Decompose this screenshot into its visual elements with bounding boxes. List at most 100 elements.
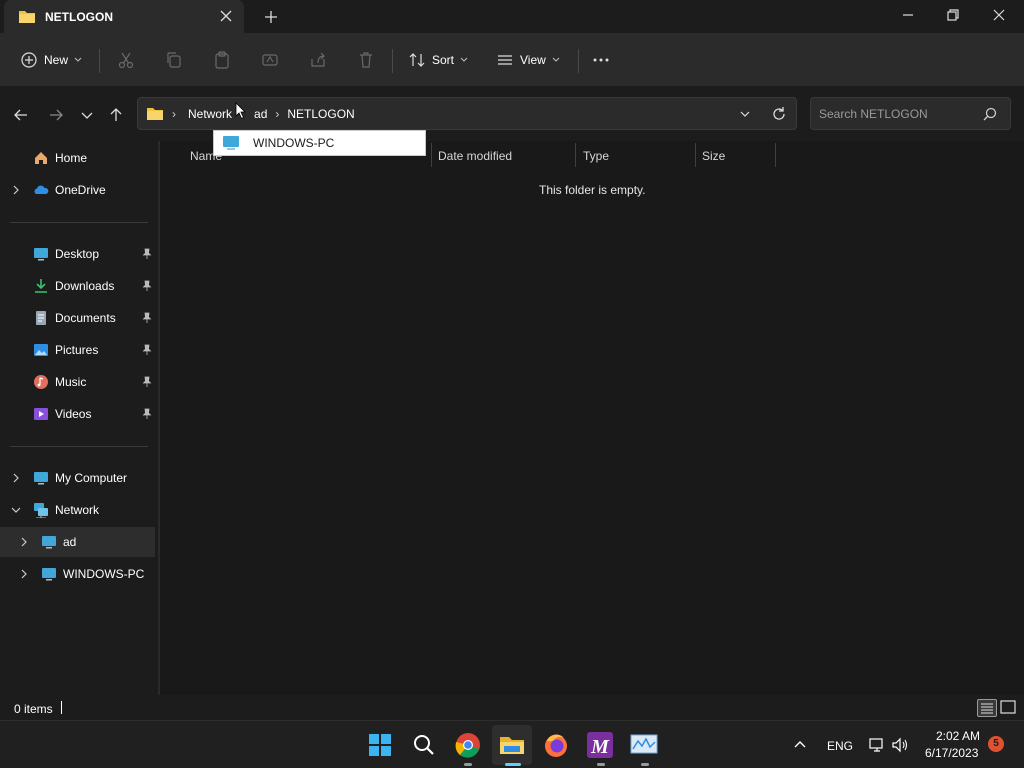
column-separator[interactable] (575, 143, 576, 167)
search-input[interactable] (819, 105, 979, 123)
chevron-right-icon[interactable] (10, 472, 22, 484)
more-icon[interactable] (591, 50, 611, 70)
videos-icon (34, 408, 48, 420)
details-view-button[interactable] (977, 699, 997, 717)
sidebar-item-documents[interactable]: Documents (0, 303, 155, 333)
view-button[interactable]: View (496, 47, 560, 73)
chevron-down-icon[interactable] (10, 504, 22, 516)
close-window-icon[interactable] (990, 6, 1008, 24)
pin-icon[interactable] (141, 344, 153, 356)
sidebar-item-pictures[interactable]: Pictures (0, 335, 155, 365)
restore-icon[interactable] (944, 6, 962, 24)
suggestion-label: WINDOWS-PC (253, 136, 335, 150)
breadcrumb-chevron-icon[interactable]: › (275, 107, 279, 121)
volume-icon[interactable] (891, 736, 909, 754)
refresh-icon[interactable] (770, 105, 788, 123)
recent-locations-icon[interactable] (77, 105, 97, 125)
sidebar-item-label: Desktop (55, 247, 100, 261)
notification-badge[interactable]: 5 (988, 736, 1004, 752)
tab-title: NETLOGON (45, 9, 113, 24)
sidebar-item-music[interactable]: Music (0, 367, 155, 397)
network-monitor-icon[interactable] (628, 729, 660, 761)
search-box[interactable] (810, 97, 1011, 130)
empty-folder-message: This folder is empty. (539, 183, 646, 197)
sort-icon (409, 53, 425, 67)
pin-icon[interactable] (141, 312, 153, 324)
sidebar-item-network[interactable]: Network (0, 495, 155, 525)
divider (10, 446, 148, 447)
details-view-icon (981, 703, 993, 714)
tiles-view-button[interactable] (999, 699, 1019, 717)
rename-icon[interactable] (260, 50, 280, 70)
active-indicator (505, 763, 521, 766)
column-separator[interactable] (775, 143, 776, 167)
sidebar-item-onedrive[interactable]: OneDrive (0, 175, 155, 205)
sort-button[interactable]: Sort (408, 47, 468, 73)
m-app-icon[interactable]: M (584, 729, 616, 761)
address-suggestion-popup[interactable]: WINDOWS-PC (213, 130, 426, 156)
copy-icon[interactable] (164, 50, 184, 70)
separator (99, 49, 100, 73)
column-header-type[interactable]: Type (583, 149, 609, 163)
command-bar: New Sort View (0, 33, 1024, 87)
network-status-icon[interactable] (868, 736, 886, 754)
minimize-icon[interactable] (899, 6, 917, 24)
computer-icon (223, 136, 239, 150)
breadcrumb-ad[interactable]: ad (254, 107, 267, 121)
language-indicator[interactable]: ENG (827, 739, 853, 753)
clock-time[interactable]: 2:02 AM (936, 729, 980, 743)
pin-icon[interactable] (141, 248, 153, 260)
file-explorer-icon[interactable] (496, 729, 528, 761)
share-icon[interactable] (308, 50, 328, 70)
pin-icon[interactable] (141, 376, 153, 388)
running-indicator (641, 763, 649, 766)
chevron-right-icon[interactable] (18, 568, 30, 580)
separator (578, 49, 579, 73)
downloads-icon (35, 279, 47, 293)
search-icon[interactable] (408, 729, 440, 761)
mouse-pointer-icon (235, 102, 246, 120)
cut-icon[interactable] (116, 50, 136, 70)
network-icon (34, 503, 48, 518)
column-header-date-modified[interactable]: Date modified (438, 149, 512, 163)
sidebar-item-videos[interactable]: Videos (0, 399, 155, 429)
breadcrumb-network[interactable]: Network (188, 107, 232, 121)
chevron-right-icon[interactable] (10, 184, 22, 196)
plus-icon[interactable] (262, 8, 280, 26)
pin-icon[interactable] (141, 408, 153, 420)
column-separator[interactable] (431, 143, 432, 167)
delete-icon[interactable] (356, 50, 376, 70)
documents-icon (36, 311, 46, 325)
close-tab-icon[interactable] (218, 8, 234, 24)
clock-date[interactable]: 6/17/2023 (925, 746, 978, 760)
up-arrow-icon[interactable] (106, 105, 126, 125)
sort-label: Sort (432, 53, 455, 67)
breadcrumb-netlogon[interactable]: NETLOGON (287, 107, 354, 121)
start-icon[interactable] (364, 729, 396, 761)
sidebar-item-label: Music (55, 375, 87, 389)
chevron-right-icon[interactable] (18, 536, 30, 548)
status-separator (61, 701, 62, 714)
taskbar: M ENG 2:02 AM 6/17/2023 (0, 720, 1024, 768)
paste-icon[interactable] (212, 50, 232, 70)
column-header-size[interactable]: Size (702, 149, 725, 163)
navigation-bar: › Network ad › NETLOGON (0, 87, 1024, 141)
sidebar-item-home[interactable]: Home (0, 143, 155, 173)
pin-icon[interactable] (141, 280, 153, 292)
search-icon[interactable] (982, 106, 998, 122)
address-history-chevron-icon[interactable] (736, 105, 754, 123)
forward-arrow-icon[interactable] (46, 105, 66, 125)
sidebar-item-windows-pc[interactable]: WINDOWS-PC (0, 559, 155, 589)
firefox-icon[interactable] (540, 729, 572, 761)
back-arrow-icon[interactable] (11, 105, 31, 125)
chevron-up-icon[interactable] (793, 738, 807, 752)
sidebar-item-desktop[interactable]: Desktop (0, 239, 155, 269)
new-button[interactable]: New (20, 47, 82, 73)
sidebar-item-downloads[interactable]: Downloads (0, 271, 155, 301)
tab-netlogon[interactable]: NETLOGON (4, 0, 244, 33)
column-separator[interactable] (695, 143, 696, 167)
sidebar-item-my-computer[interactable]: My Computer (0, 463, 155, 493)
sidebar-item-ad[interactable]: ad (0, 527, 155, 557)
breadcrumb-chevron-icon[interactable]: › (172, 107, 176, 121)
chrome-icon[interactable] (452, 729, 484, 761)
